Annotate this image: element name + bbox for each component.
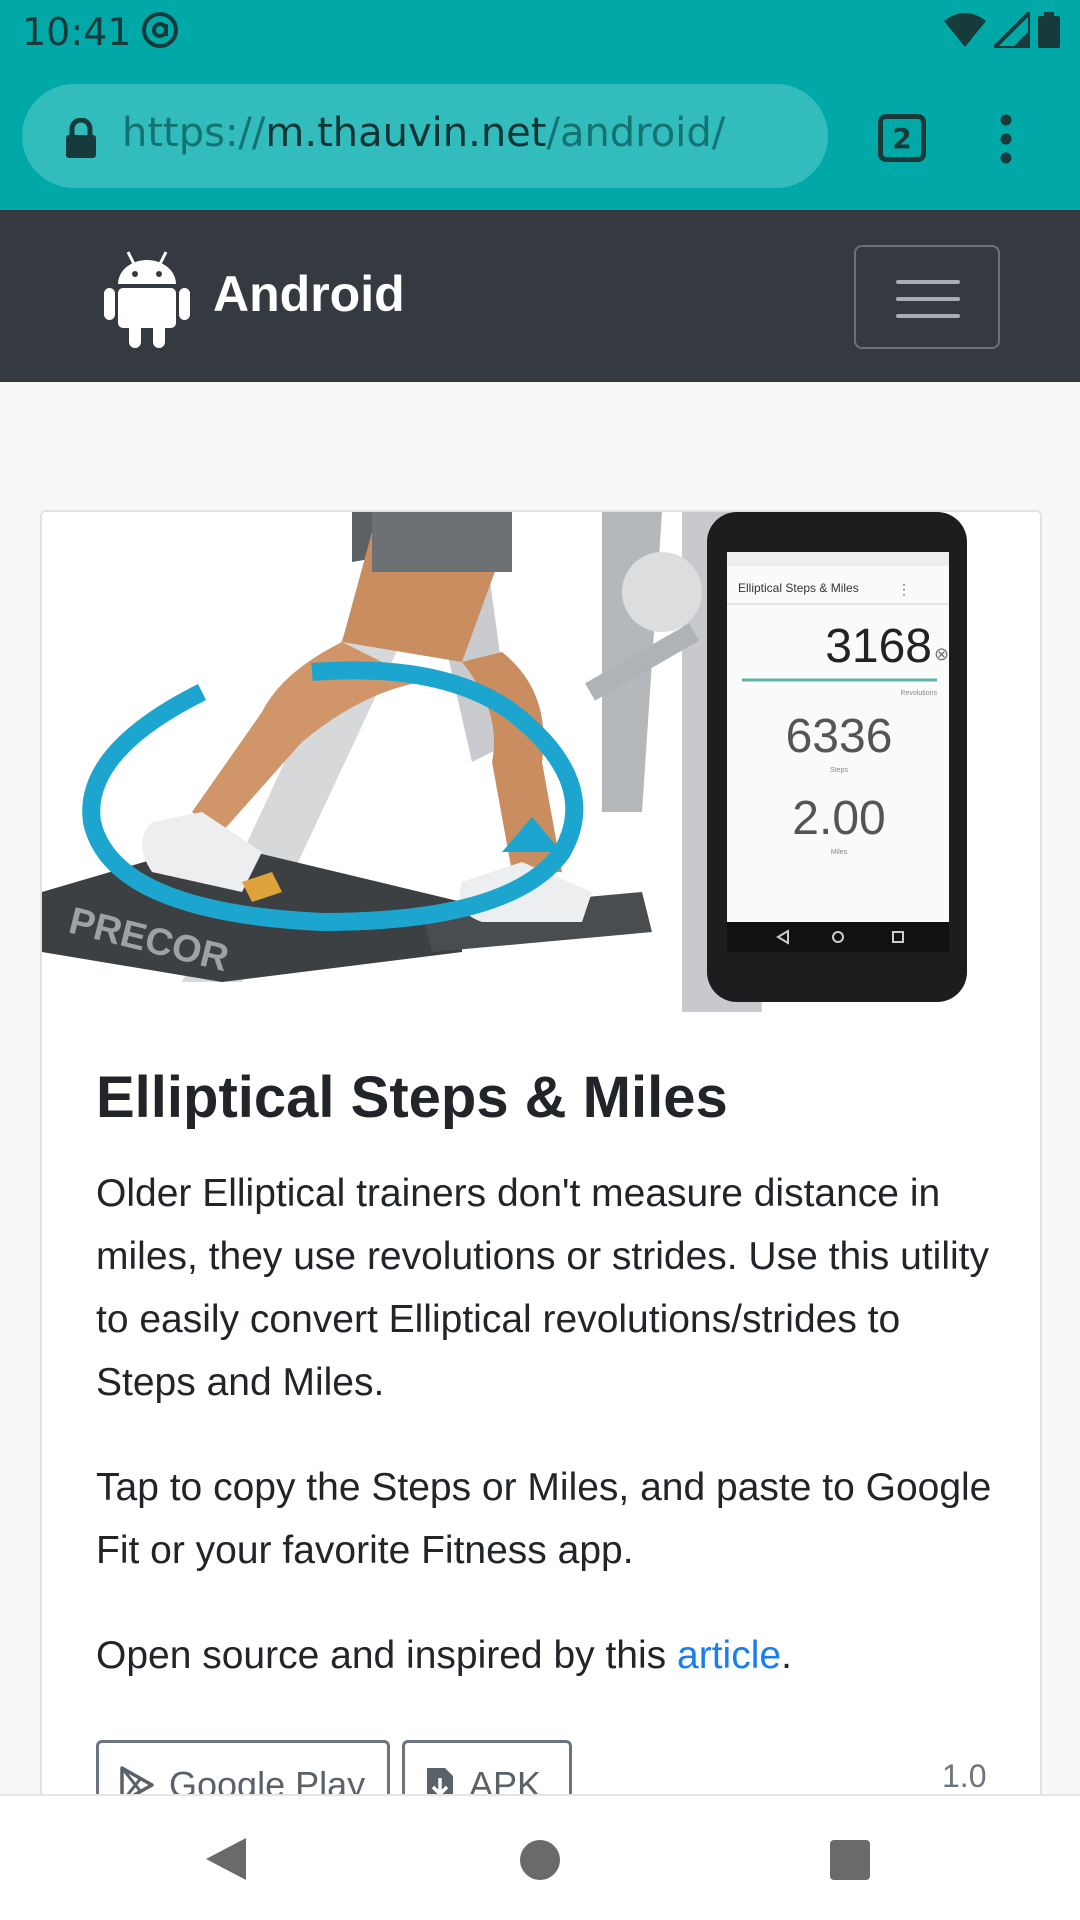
url-text: https://m.thauvin.net/android/ <box>122 110 725 156</box>
at-notification-icon <box>142 12 178 48</box>
app-description: Older Elliptical trainers don't measure … <box>96 1162 996 1729</box>
url-path: /android/ <box>546 110 726 156</box>
signal-icon <box>994 12 1030 48</box>
phone-steps: 6336 <box>786 710 893 763</box>
tab-count: 2 <box>892 121 912 155</box>
address-bar[interactable]: https://m.thauvin.net/android/ <box>22 84 828 188</box>
app-title: Elliptical Steps & Miles <box>96 1065 728 1130</box>
url-scheme: https:// <box>122 110 266 156</box>
tab-switcher-button[interactable]: 2 <box>878 114 926 162</box>
source-suffix: . <box>781 1634 792 1677</box>
source-paragraph: Open source and inspired by this article… <box>96 1624 996 1687</box>
svg-text:⊗: ⊗ <box>934 644 949 664</box>
hamburger-icon <box>896 280 960 284</box>
phone-revolutions: 3168 <box>825 620 932 673</box>
back-icon[interactable] <box>204 1836 248 1882</box>
status-time: 10:41 <box>22 10 132 54</box>
browser-toolbar: https://m.thauvin.net/android/ 2 <box>0 66 1080 210</box>
brand-name[interactable]: Android <box>213 265 405 323</box>
battery-icon <box>1038 12 1060 48</box>
android-logo-icon[interactable] <box>104 248 190 348</box>
hamburger-icon-bar <box>896 314 960 318</box>
lock-icon <box>66 118 96 158</box>
site-navbar: Android <box>0 210 1080 382</box>
phone-miles-label: Miles <box>831 849 848 856</box>
app-hero-image: PRECOR Elliptical Steps & Miles ⋮ 3168 ⊗… <box>42 512 1040 1012</box>
instructions-paragraph: Tap to copy the Steps or Miles, and past… <box>96 1466 992 1572</box>
url-host: m.thauvin.net <box>265 110 547 156</box>
phone-revolutions-label: Revolutions <box>900 690 937 697</box>
status-bar: 10:41 <box>0 0 1080 66</box>
hamburger-icon-bar <box>896 297 960 301</box>
source-text: Open source and inspired by this <box>96 1634 678 1677</box>
phone-steps-label: Steps <box>830 767 848 774</box>
app-card: PRECOR Elliptical Steps & Miles ⋮ 3168 ⊗… <box>40 510 1042 1910</box>
more-vert-icon[interactable] <box>994 114 1018 164</box>
article-link[interactable]: article <box>677 1634 781 1677</box>
home-icon[interactable] <box>520 1840 560 1880</box>
wifi-icon <box>944 13 986 47</box>
svg-text:⋮: ⋮ <box>897 581 911 597</box>
system-nav-bar <box>0 1794 1080 1920</box>
phone-app-title: Elliptical Steps & Miles <box>738 581 859 595</box>
navbar-toggler-button[interactable] <box>854 245 1000 349</box>
description-paragraph: Older Elliptical trainers don't measure … <box>96 1172 990 1404</box>
app-version: 1.0 <box>942 1758 987 1794</box>
status-icons <box>944 12 1060 48</box>
phone-miles: 2.00 <box>792 792 885 845</box>
recent-apps-icon[interactable] <box>830 1840 870 1880</box>
